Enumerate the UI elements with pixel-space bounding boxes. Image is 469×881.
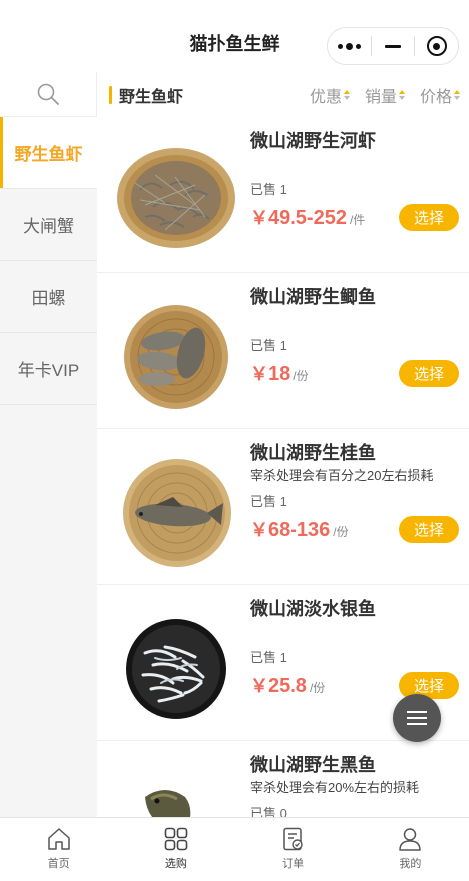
product-name: 微山湖淡水银鱼 — [250, 599, 376, 619]
select-button[interactable]: 选择 — [399, 516, 459, 543]
nav-header: 猫扑鱼生鲜 — [0, 0, 469, 72]
sidebar-item-annual-vip[interactable]: 年卡VIP — [0, 333, 97, 405]
product-card[interactable]: 微山湖野生河虾 已售 1 ￥49.5-252/件 选择 — [97, 117, 469, 273]
silverfish-plate-image — [126, 619, 226, 719]
tab-orders[interactable]: 订单 — [235, 818, 352, 881]
select-button[interactable]: 选择 — [399, 360, 459, 387]
sort-price[interactable]: 价格 — [420, 83, 460, 107]
tab-mine[interactable]: 我的 — [352, 818, 469, 881]
sort-arrows-icon — [454, 89, 460, 100]
sort-arrows-icon — [343, 89, 350, 100]
mandarin-fish-basket-image — [123, 459, 231, 567]
tab-label: 选购 — [164, 858, 187, 870]
sort-discount[interactable]: 优惠 — [310, 83, 350, 107]
more-dots-icon — [337, 42, 361, 50]
product-card[interactable]: 微山湖野生桂鱼 宰杀处理会有百分之20左右损耗 已售 1 ￥68-136/份 选… — [97, 429, 469, 585]
snakehead-fish-image — [145, 790, 191, 817]
sidebar-item-river-snail[interactable]: 田螺 — [0, 261, 97, 333]
floating-menu-button[interactable] — [393, 694, 441, 742]
crucian-basket-image — [124, 305, 228, 409]
tab-label: 我的 — [399, 858, 422, 870]
grid-icon — [164, 827, 188, 851]
bottom-tab-bar: 首页 选购 订单 我的 — [0, 817, 469, 881]
product-card[interactable]: 微山湖野生黑鱼 宰杀处理会有20%左右的损耗 已售 0 — [97, 741, 469, 817]
product-price: ￥18/份 — [250, 363, 309, 385]
product-desc: 宰杀处理会有百分之20左右损耗 — [250, 468, 434, 483]
shrimp-basket-image — [117, 148, 235, 248]
current-category: 野生鱼虾 — [109, 83, 183, 107]
menu-icon — [407, 711, 427, 713]
sidebar-item-label: 野生鱼虾 — [14, 145, 83, 164]
mini-program-capsule — [327, 27, 459, 65]
sidebar-item-wild-fish-shrimp[interactable]: 野生鱼虾 — [0, 117, 97, 189]
product-desc: 宰杀处理会有20%左右的损耗 — [250, 780, 420, 795]
order-icon — [283, 827, 303, 851]
product-name: 微山湖野生鲫鱼 — [250, 287, 376, 307]
home-icon — [47, 828, 70, 850]
tab-home[interactable]: 首页 — [0, 818, 117, 881]
search-button[interactable] — [0, 72, 97, 117]
category-sidebar: 野生鱼虾 大闸蟹 田螺 年卡VIP — [0, 72, 97, 817]
user-icon — [399, 828, 422, 851]
sidebar-item-hairy-crab[interactable]: 大闸蟹 — [0, 189, 97, 261]
tab-shop[interactable]: 选购 — [117, 818, 234, 881]
select-button[interactable]: 选择 — [399, 204, 459, 231]
sort-arrows-icon — [398, 89, 405, 100]
tab-label: 订单 — [282, 858, 305, 870]
product-name: 微山湖野生河虾 — [250, 131, 376, 151]
product-name: 微山湖野生桂鱼 — [250, 443, 376, 463]
minimize-icon — [385, 44, 401, 48]
product-name: 微山湖野生黑鱼 — [250, 755, 376, 775]
more-button[interactable] — [328, 28, 371, 64]
close-button[interactable] — [415, 28, 458, 64]
sort-sales[interactable]: 销量 — [365, 83, 405, 107]
search-icon — [37, 83, 59, 105]
tab-label: 首页 — [47, 858, 70, 870]
sidebar-item-label: 田螺 — [31, 289, 66, 308]
filter-bar: 野生鱼虾 优惠 销量 价格 — [97, 72, 469, 117]
sidebar-item-label: 大闸蟹 — [23, 217, 74, 236]
product-sold-count: 已售 1 — [250, 182, 287, 197]
product-price: ￥25.8/份 — [250, 675, 326, 697]
product-sold-count: 已售 0 — [250, 806, 287, 817]
close-target-icon — [426, 36, 447, 56]
product-sold-count: 已售 1 — [250, 650, 287, 665]
product-sold-count: 已售 1 — [250, 494, 287, 509]
sidebar-item-label: 年卡VIP — [17, 361, 80, 380]
product-price: ￥49.5-252/件 — [250, 207, 366, 229]
product-card[interactable]: 微山湖野生鲫鱼 已售 1 ￥18/份 选择 — [97, 273, 469, 429]
minimize-button[interactable] — [372, 28, 415, 64]
product-sold-count: 已售 1 — [250, 338, 287, 353]
product-price: ￥68-136/份 — [250, 519, 349, 541]
